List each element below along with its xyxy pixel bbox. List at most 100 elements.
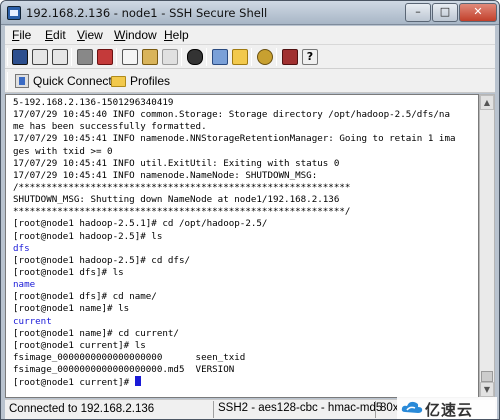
ssh-app-icon: [7, 6, 21, 20]
terminal-line: 5-192.168.2.136-1501296340419: [13, 97, 478, 109]
file-transfer-icon[interactable]: [212, 49, 228, 65]
profiles-button[interactable]: Profiles: [111, 72, 170, 91]
minimize-button[interactable]: –: [405, 3, 431, 22]
connection-toolbar: Quick Connect Profiles: [5, 69, 495, 93]
terminal-line: dfs: [13, 243, 478, 255]
settings-icon[interactable]: [257, 49, 273, 65]
vertical-scrollbar[interactable]: ▲ ▼: [479, 94, 495, 398]
toolbar-separator: [7, 72, 8, 90]
menu-window[interactable]: Window: [111, 28, 160, 42]
terminal-line: ges with txid >= 0: [13, 146, 478, 158]
terminal-line-text: current: [13, 315, 52, 327]
encryption-text: SSH2 - aes128-cbc - hmac-md5: [218, 402, 383, 414]
scroll-down-arrow-icon[interactable]: ▼: [480, 382, 494, 397]
terminal-line: [root@node1 current]#: [13, 376, 478, 388]
terminal-line-text: me has been successfully formatted.: [13, 121, 207, 133]
menu-help[interactable]: Help: [161, 28, 192, 42]
profile-icon[interactable]: [282, 49, 298, 65]
toolbar-separator: [116, 48, 117, 66]
terminal-line: current: [13, 316, 478, 328]
terminal-line-text: [root@node1 hadoop-2.5.1]# cd /opt/hadoo…: [13, 218, 268, 230]
new-connection-icon[interactable]: [97, 49, 113, 65]
connection-status: Connected to 192.168.2.136: [9, 403, 155, 415]
terminal-line-text: 17/07/29 10:45:41 INFO namenode.NameNode…: [13, 169, 318, 181]
terminal-line-text: 17/07/29 10:45:40 INFO common.Storage: S…: [13, 109, 450, 121]
terminal-line: [root@node1 hadoop-2.5]# cd dfs/: [13, 255, 478, 267]
main-toolbar: ?: [5, 45, 495, 69]
toolbar-separator: [7, 48, 8, 66]
cloud-logo-icon: [401, 401, 423, 413]
terminal-cursor: [134, 376, 141, 387]
scroll-thumb[interactable]: [481, 371, 493, 382]
paste-disabled-icon: [162, 49, 178, 65]
menu-view[interactable]: View: [74, 28, 106, 42]
terminal-line: [root@node1 hadoop-2.5]# ls: [13, 231, 478, 243]
toolbar-separator: [181, 48, 182, 66]
terminal-line-text: [root@node1 current]#: [13, 377, 135, 389]
watermark: 亿速云: [397, 397, 497, 419]
quick-connect-icon: [15, 74, 29, 88]
terminal-line: name: [13, 279, 478, 291]
scroll-up-arrow-icon[interactable]: ▲: [480, 95, 494, 110]
save-icon[interactable]: [12, 49, 28, 65]
terminal-line-text: [root@node1 hadoop-2.5]# ls: [13, 230, 163, 242]
terminal-line: /***************************************…: [13, 182, 478, 194]
disconnect-icon[interactable]: [77, 49, 93, 65]
terminal-line: fsimage_0000000000000000000.md5 VERSION: [13, 364, 478, 376]
terminal-line-text: dfs: [13, 242, 30, 254]
terminal-line-text: /***************************************…: [13, 181, 351, 193]
close-button[interactable]: ✕: [459, 3, 497, 22]
terminal-line: [root@node1 current]# ls: [13, 340, 478, 352]
terminal-line: SHUTDOWN_MSG: Shutting down NameNode at …: [13, 194, 478, 206]
terminal-line-text: [root@node1 name]# ls: [13, 303, 130, 315]
title-bar[interactable]: 192.168.2.136 - node1 - SSH Secure Shell…: [1, 1, 499, 25]
toolbar-separator: [251, 48, 252, 66]
terminal-line: me has been successfully formatted.: [13, 121, 478, 133]
toolbar-separator: [71, 48, 72, 66]
terminal-line-text: ****************************************…: [13, 206, 351, 218]
terminal-line: 17/07/29 10:45:41 INFO namenode.NameNode…: [13, 170, 478, 182]
maximize-button[interactable]: □: [432, 3, 458, 22]
quick-connect-label: Quick Connect: [33, 74, 112, 88]
terminal-line-text: fsimage_0000000000000000000 seen_txid: [13, 351, 246, 363]
terminal-line: [root@node1 dfs]# ls: [13, 267, 478, 279]
terminal-line-text: 5-192.168.2.136-1501296340419: [13, 97, 174, 108]
quick-connect-button[interactable]: Quick Connect: [15, 72, 112, 91]
find-icon[interactable]: [187, 49, 203, 65]
watermark-text: 亿速云: [425, 401, 474, 419]
terminal-line-text: [root@node1 name]# cd current/: [13, 327, 179, 339]
terminal-line: 17/07/29 10:45:41 INFO namenode.NNStorag…: [13, 133, 478, 145]
toolbar-separator: [206, 48, 207, 66]
terminal-line: [root@node1 name]# ls: [13, 303, 478, 315]
terminal-line-text: 17/07/29 10:45:41 INFO namenode.NNStorag…: [13, 133, 456, 145]
terminal-line: fsimage_0000000000000000000 seen_txid: [13, 352, 478, 364]
terminal-line-text: SHUTDOWN_MSG: Shutting down NameNode at …: [13, 194, 340, 206]
terminal-line: ****************************************…: [13, 206, 478, 218]
folder-open-icon[interactable]: [232, 49, 248, 65]
terminal-line: [root@node1 name]# cd current/: [13, 328, 478, 340]
window-title: 192.168.2.136 - node1 - SSH Secure Shell: [26, 6, 268, 20]
folder-icon: [111, 76, 126, 87]
copy-icon[interactable]: [122, 49, 138, 65]
terminal-line: [root@node1 hadoop-2.5.1]# cd /opt/hadoo…: [13, 218, 478, 230]
terminal-line-text: [root@node1 dfs]# ls: [13, 266, 124, 278]
terminal-line-text: name: [13, 279, 36, 291]
paste-icon[interactable]: [142, 49, 158, 65]
terminal-line: 17/07/29 10:45:40 INFO common.Storage: S…: [13, 109, 478, 121]
print-preview-icon[interactable]: [52, 49, 68, 65]
print-icon[interactable]: [32, 49, 48, 65]
terminal-output[interactable]: 5-192.168.2.136-1501296340419 17/07/29 10…: [5, 94, 479, 398]
terminal-line: [root@node1 dfs]# cd name/: [13, 291, 478, 303]
menu-file[interactable]: File: [9, 28, 34, 42]
terminal-line-text: [root@node1 current]# ls: [13, 339, 146, 351]
terminal-line-text: 17/07/29 10:45:41 INFO util.ExitUtil: Ex…: [13, 157, 340, 169]
terminal-line-text: fsimage_0000000000000000000.md5 VERSION: [13, 364, 235, 376]
encryption-status: SSH2 - aes128-cbc - hmac-md5: [213, 401, 387, 418]
toolbar-separator: [276, 48, 277, 66]
menu-edit[interactable]: Edit: [42, 28, 69, 42]
menu-bar: File Edit View Window Help: [5, 26, 495, 45]
profiles-label: Profiles: [130, 74, 171, 88]
help-icon[interactable]: ?: [302, 49, 318, 65]
terminal-line: 17/07/29 10:45:41 INFO util.ExitUtil: Ex…: [13, 158, 478, 170]
ssh-window: 192.168.2.136 - node1 - SSH Secure Shell…: [0, 0, 500, 420]
